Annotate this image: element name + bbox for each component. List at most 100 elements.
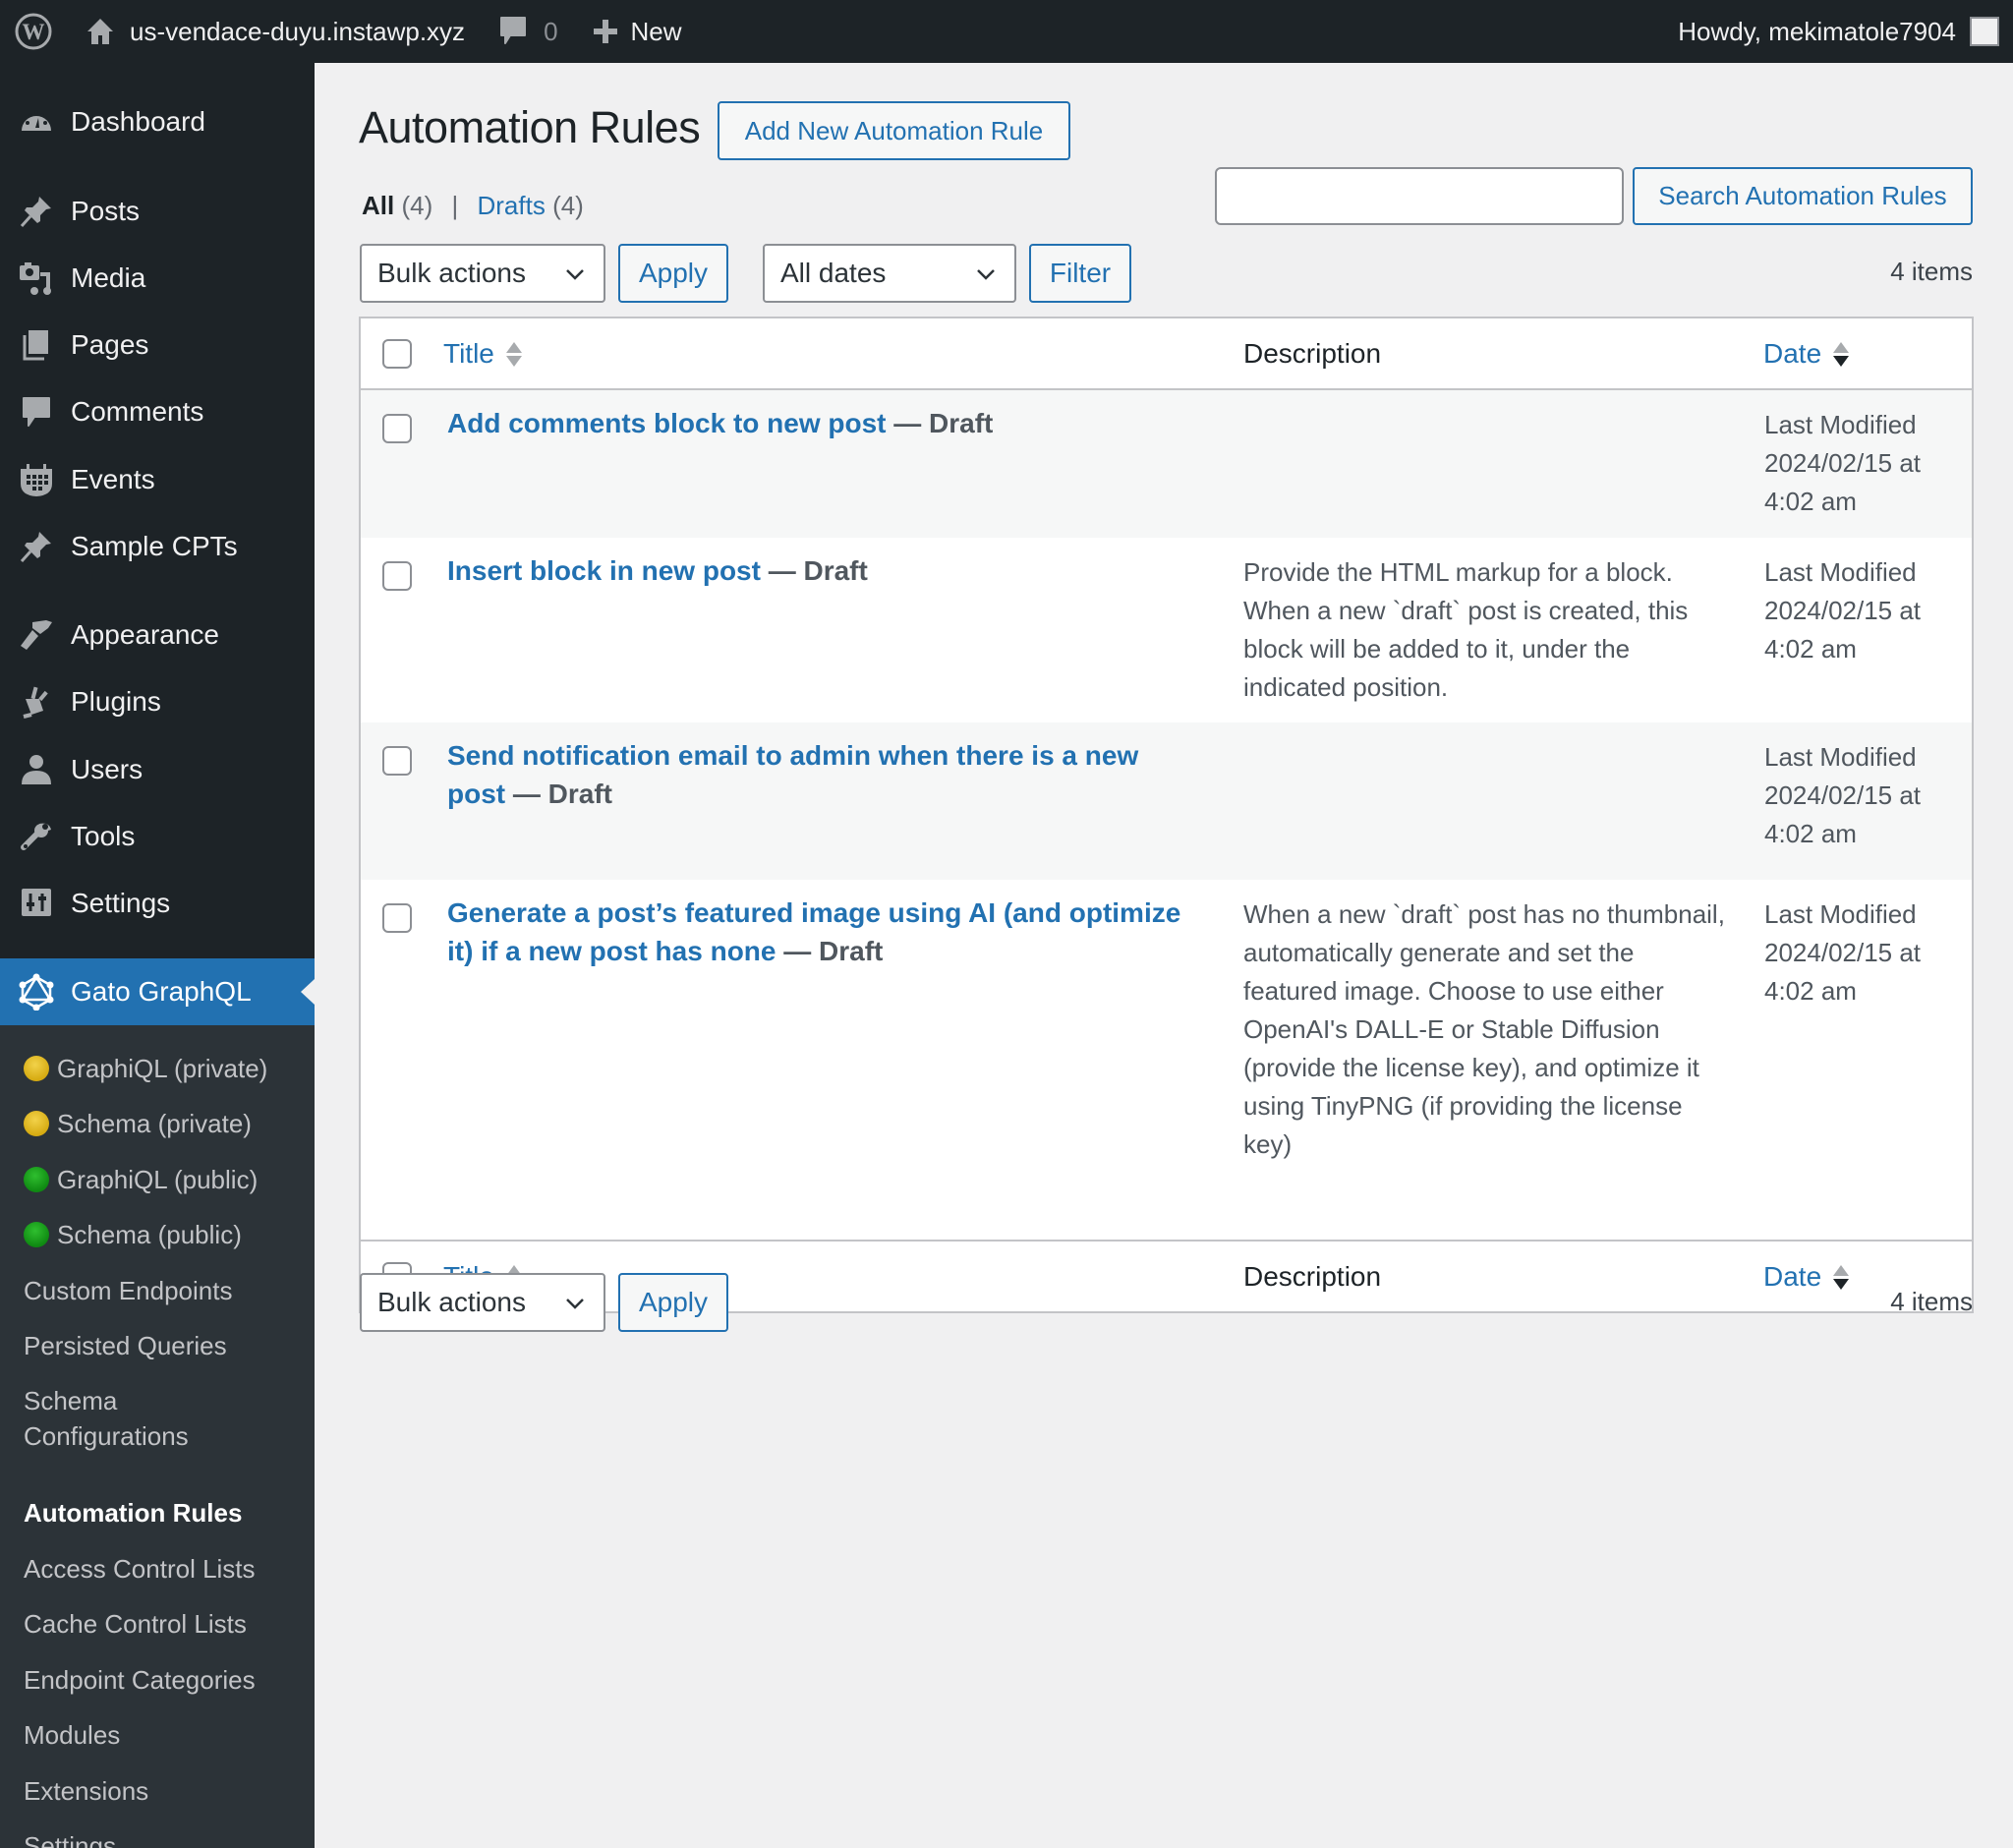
submenu-schema-configurations[interactable]: Schema Configurations <box>24 1383 240 1454</box>
sidebar-item-posts[interactable]: Posts <box>0 178 315 245</box>
status-views: All (4) | Drafts (4) <box>362 191 584 221</box>
sidebar-item-media[interactable]: Media <box>0 245 315 312</box>
items-count: 4 items <box>1890 257 1973 286</box>
main-content: Automation Rules Add New Automation Rule… <box>315 63 2013 1848</box>
submenu-schema-private[interactable]: Schema (private) <box>24 1106 252 1141</box>
row-date: Last Modified 2024/02/15 at 4:02 am <box>1764 742 1922 848</box>
table-row: Generate a post’s featured image using A… <box>361 880 1972 1240</box>
status-dot-green-icon <box>24 1222 49 1247</box>
row-title-link[interactable]: Insert block in new post <box>447 555 761 586</box>
site-name: us-vendace-duyu.instawp.xyz <box>130 16 466 46</box>
submenu-settings[interactable]: Settings <box>24 1828 116 1848</box>
pin-icon <box>0 530 71 563</box>
submenu-custom-endpoints[interactable]: Custom Endpoints <box>24 1273 232 1308</box>
view-all-link[interactable]: All <box>362 191 394 220</box>
row-description: When a new `draft` post has no thumbnail… <box>1243 899 1725 1159</box>
new-content-button[interactable]: New <box>592 0 682 63</box>
my-account-menu[interactable]: Howdy, mekimatole7904 <box>1678 0 1999 63</box>
row-checkbox[interactable] <box>382 561 412 591</box>
row-description: Provide the HTML markup for a block. Whe… <box>1243 557 1689 702</box>
sidebar-item-users[interactable]: Users <box>0 736 315 803</box>
bulk-actions-select-bottom[interactable]: Bulk actions <box>360 1273 605 1332</box>
sidebar-item-events[interactable]: Events <box>0 446 315 513</box>
sidebar-item-comments[interactable]: Comments <box>0 378 315 445</box>
table-row: Insert block in new post — Draft Provide… <box>361 538 1972 722</box>
sidebar-item-pages[interactable]: Pages <box>0 312 315 378</box>
sort-desc-icon <box>1833 1264 1850 1290</box>
submenu-extensions[interactable]: Extensions <box>24 1773 148 1809</box>
wordpress-logo-icon: W <box>14 12 53 51</box>
apply-button[interactable]: Apply <box>618 244 728 303</box>
sidebar-item-plugins[interactable]: Plugins <box>0 668 315 735</box>
sidebar-item-sample-cpts[interactable]: Sample CPTs <box>0 513 315 580</box>
table-row: Send notification email to admin when th… <box>361 722 1972 880</box>
submenu-access-control-lists[interactable]: Access Control Lists <box>24 1551 256 1587</box>
sidebar-item-settings[interactable]: Settings <box>0 870 315 937</box>
column-description-footer: Description <box>1243 1261 1382 1292</box>
pages-icon <box>0 328 71 362</box>
sidebar-item-gato-graphql[interactable]: Gato GraphQL <box>0 958 315 1025</box>
plus-icon <box>592 18 619 45</box>
column-title-sort[interactable]: Title <box>443 338 522 370</box>
site-name-link[interactable]: us-vendace-duyu.instawp.xyz <box>85 0 465 63</box>
row-title-link[interactable]: Add comments block to new post <box>447 408 886 438</box>
view-all-count: (4) <box>401 191 433 220</box>
table-header: Title Description Date <box>361 318 1972 390</box>
filter-button[interactable]: Filter <box>1029 244 1131 303</box>
add-new-automation-rule-button[interactable]: Add New Automation Rule <box>718 101 1070 160</box>
sidebar-item-dashboard[interactable]: Dashboard <box>0 88 315 155</box>
wrench-icon <box>0 820 71 853</box>
comment-icon <box>498 15 528 48</box>
home-icon <box>85 16 116 47</box>
dashboard-icon <box>0 105 71 139</box>
sliders-icon <box>0 888 71 919</box>
bulk-actions-select[interactable]: Bulk actions <box>360 244 605 303</box>
column-date-sort[interactable]: Date <box>1763 338 1850 370</box>
submenu-schema-public[interactable]: Schema (public) <box>24 1217 242 1252</box>
submenu-graphiql-private[interactable]: GraphiQL (private) <box>24 1051 267 1086</box>
current-menu-arrow <box>301 979 315 1005</box>
new-label: New <box>630 16 682 46</box>
howdy-text: Howdy, mekimatole7904 <box>1678 16 1956 46</box>
svg-text:W: W <box>23 20 45 44</box>
row-checkbox[interactable] <box>382 414 412 443</box>
submenu-graphiql-public[interactable]: GraphiQL (public) <box>24 1162 258 1197</box>
row-checkbox[interactable] <box>382 746 412 776</box>
view-drafts-count: (4) <box>552 191 584 220</box>
status-dot-yellow-icon <box>24 1111 49 1136</box>
apply-button-bottom[interactable]: Apply <box>618 1273 728 1332</box>
row-title: Insert block in new post — Draft <box>447 551 1204 590</box>
sidebar-item-tools[interactable]: Tools <box>0 803 315 870</box>
submenu-persisted-queries[interactable]: Persisted Queries <box>24 1328 227 1363</box>
comment-icon <box>0 395 71 429</box>
items-count-bottom: 4 items <box>1890 1287 1973 1316</box>
row-title: Generate a post’s featured image using A… <box>447 894 1204 970</box>
search-automation-rules-button[interactable]: Search Automation Rules <box>1633 167 1973 225</box>
view-drafts-link[interactable]: Drafts <box>477 191 545 220</box>
wordpress-logo-button[interactable]: W <box>0 0 67 63</box>
calendar-icon <box>0 462 71 497</box>
post-state: — Draft <box>760 555 868 586</box>
submenu-cache-control-lists[interactable]: Cache Control Lists <box>24 1606 247 1642</box>
comments-link[interactable]: 0 <box>498 0 558 63</box>
page-title: Automation Rules <box>359 102 701 152</box>
search-input[interactable] <box>1215 167 1624 225</box>
automation-rules-table: Title Description Date Add comments bloc… <box>359 317 1974 1313</box>
select-all-checkbox[interactable] <box>382 339 412 369</box>
chevron-down-icon <box>564 1291 586 1322</box>
column-date-sort-footer[interactable]: Date <box>1763 1261 1850 1293</box>
brush-icon <box>0 618 71 652</box>
view-separator: | <box>451 191 459 220</box>
sidebar-item-appearance[interactable]: Appearance <box>0 602 315 668</box>
user-icon <box>0 753 71 786</box>
submenu-endpoint-categories[interactable]: Endpoint Categories <box>24 1662 256 1698</box>
submenu-modules[interactable]: Modules <box>24 1717 120 1753</box>
submenu-automation-rules[interactable]: Automation Rules <box>24 1495 242 1530</box>
avatar <box>1970 17 1999 46</box>
graphql-icon <box>0 973 71 1011</box>
chevron-down-icon <box>564 261 586 293</box>
plug-icon <box>0 685 71 719</box>
dates-filter-select[interactable]: All dates <box>763 244 1016 303</box>
row-checkbox[interactable] <box>382 903 412 933</box>
admin-bar: W us-vendace-duyu.instawp.xyz 0 New Howd… <box>0 0 2013 63</box>
